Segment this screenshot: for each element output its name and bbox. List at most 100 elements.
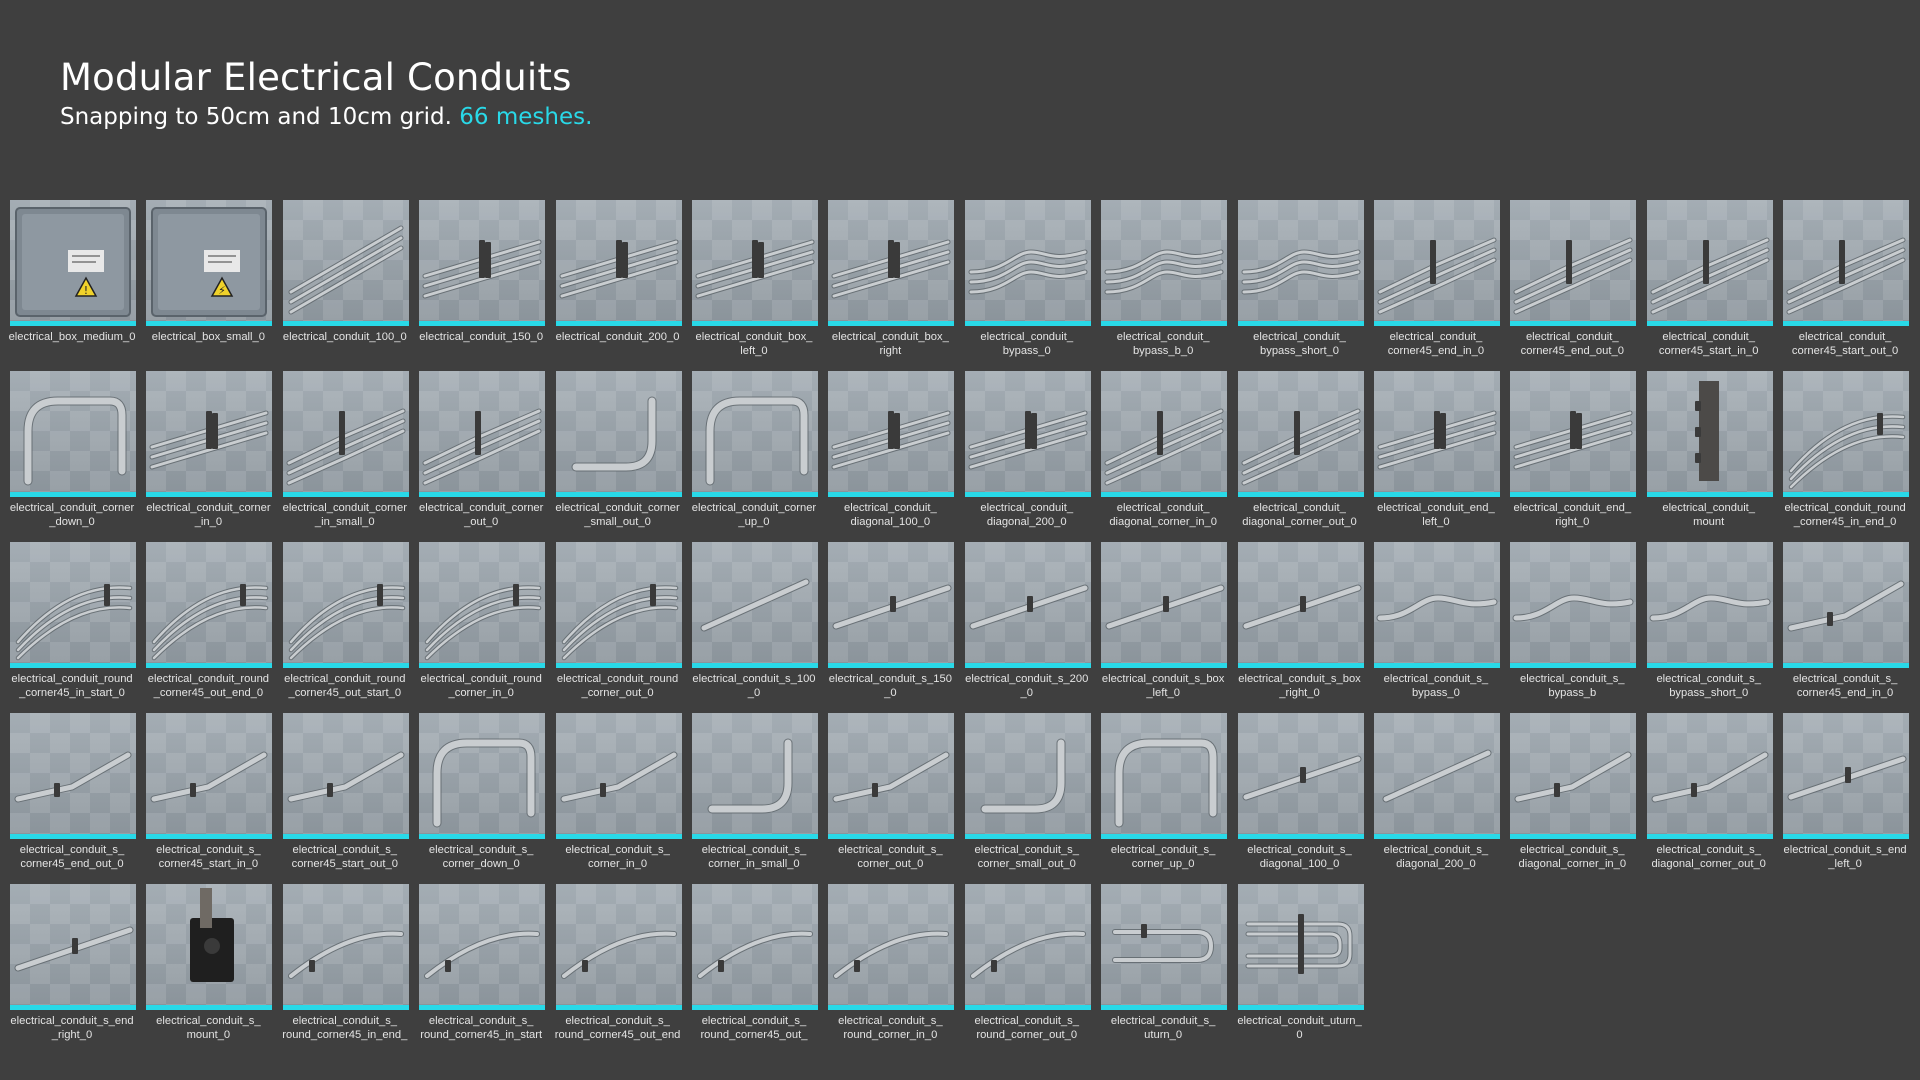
mesh-thumbnail[interactable] [1237, 200, 1364, 326]
mesh-tile[interactable]: electrical_conduit_round _corner45_in_st… [0, 542, 136, 713]
mesh-tile[interactable]: electrical_conduit_s_end _left_0 [1773, 713, 1910, 884]
mesh-tile[interactable]: electrical_conduit_ diagonal_200_0 [955, 371, 1091, 542]
mesh-tile[interactable]: electrical_conduit_end_ left_0 [1364, 371, 1500, 542]
mesh-tile[interactable]: electrical_conduit_end_ right_0 [1500, 371, 1637, 542]
mesh-tile[interactable]: electrical_conduit_200_0 [546, 200, 682, 371]
mesh-thumbnail[interactable] [964, 713, 1091, 839]
mesh-thumbnail[interactable] [1510, 542, 1637, 668]
mesh-thumbnail[interactable] [828, 884, 955, 1010]
mesh-thumbnail[interactable] [555, 713, 682, 839]
mesh-thumbnail[interactable] [1783, 542, 1910, 668]
mesh-tile[interactable]: electrical_conduit_corner _up_0 [682, 371, 818, 542]
mesh-tile[interactable]: electrical_conduit_corner _down_0 [0, 371, 136, 542]
mesh-thumbnail[interactable] [555, 884, 682, 1010]
mesh-thumbnail[interactable] [1783, 200, 1910, 326]
mesh-tile[interactable]: electrical_conduit_s_ round_corner45_out… [546, 884, 682, 1055]
mesh-tile[interactable]: electrical_conduit_ corner45_end_out_0 [1500, 200, 1637, 371]
mesh-thumbnail[interactable] [146, 371, 273, 497]
mesh-tile[interactable]: electrical_conduit_s_200 _0 [955, 542, 1091, 713]
mesh-thumbnail[interactable] [1101, 371, 1228, 497]
mesh-thumbnail[interactable] [282, 884, 409, 1010]
mesh-tile[interactable]: electrical_conduit_s_ corner_down_0 [409, 713, 546, 884]
mesh-thumbnail[interactable] [555, 542, 682, 668]
mesh-thumbnail[interactable] [1101, 542, 1228, 668]
mesh-tile[interactable]: electrical_conduit_ bypass_0 [955, 200, 1091, 371]
mesh-tile[interactable]: electrical_conduit_150_0 [409, 200, 546, 371]
mesh-tile[interactable]: ! electrical_box_medium_0 [0, 200, 136, 371]
mesh-thumbnail[interactable] [10, 884, 136, 1010]
mesh-thumbnail[interactable] [1510, 371, 1637, 497]
mesh-tile[interactable]: electrical_conduit_s_ round_corner_in_0 [818, 884, 955, 1055]
mesh-tile[interactable]: electrical_conduit_100_0 [273, 200, 409, 371]
mesh-tile[interactable]: electrical_conduit_round _corner45_out_e… [136, 542, 273, 713]
mesh-tile[interactable]: electrical_conduit_ bypass_short_0 [1228, 200, 1364, 371]
mesh-tile[interactable]: electrical_conduit_s_ corner_in_small_0 [682, 713, 818, 884]
mesh-thumbnail[interactable] [964, 200, 1091, 326]
mesh-thumbnail[interactable] [1646, 542, 1773, 668]
mesh-thumbnail[interactable] [282, 200, 409, 326]
mesh-tile[interactable]: electrical_conduit_corner _in_0 [136, 371, 273, 542]
mesh-tile[interactable]: electrical_conduit_ mount [1637, 371, 1773, 542]
mesh-thumbnail[interactable] [1646, 371, 1773, 497]
mesh-thumbnail[interactable] [691, 200, 818, 326]
mesh-thumbnail[interactable] [1101, 713, 1228, 839]
mesh-thumbnail[interactable] [146, 884, 273, 1010]
mesh-thumbnail[interactable] [1101, 200, 1228, 326]
mesh-thumbnail[interactable] [1237, 371, 1364, 497]
mesh-tile[interactable]: electrical_conduit_s_ bypass_b [1500, 542, 1637, 713]
mesh-thumbnail[interactable] [1646, 713, 1773, 839]
mesh-tile[interactable]: electrical_conduit_s_ round_corner45_out… [682, 884, 818, 1055]
mesh-thumbnail[interactable] [1373, 713, 1500, 839]
mesh-tile[interactable]: electrical_conduit_s_100 _0 [682, 542, 818, 713]
mesh-tile[interactable]: electrical_conduit_s_ corner_in_0 [546, 713, 682, 884]
mesh-tile[interactable]: electrical_conduit_s_ diagonal_corner_ou… [1637, 713, 1773, 884]
mesh-thumbnail[interactable] [419, 542, 546, 668]
mesh-tile[interactable]: electrical_conduit_s_ corner45_start_in_… [136, 713, 273, 884]
mesh-tile[interactable]: electrical_conduit_ diagonal_corner_in_0 [1091, 371, 1228, 542]
mesh-thumbnail[interactable] [555, 371, 682, 497]
mesh-tile[interactable]: electrical_conduit_s_ diagonal_corner_in… [1500, 713, 1637, 884]
mesh-thumbnail[interactable]: ! [10, 200, 136, 326]
mesh-thumbnail[interactable] [1510, 200, 1637, 326]
mesh-thumbnail[interactable] [828, 200, 955, 326]
mesh-thumbnail[interactable] [1373, 542, 1500, 668]
mesh-tile[interactable]: electrical_conduit_corner _small_out_0 [546, 371, 682, 542]
mesh-tile[interactable]: electrical_conduit_ bypass_b_0 [1091, 200, 1228, 371]
mesh-tile[interactable]: electrical_conduit_s_box _right_0 [1228, 542, 1364, 713]
mesh-thumbnail[interactable] [1101, 884, 1228, 1010]
mesh-thumbnail[interactable] [1373, 371, 1500, 497]
mesh-tile[interactable]: electrical_conduit_s_ corner45_start_out… [273, 713, 409, 884]
mesh-thumbnail[interactable] [691, 713, 818, 839]
mesh-tile[interactable]: electrical_conduit_ corner45_end_in_0 [1364, 200, 1500, 371]
mesh-thumbnail[interactable] [964, 371, 1091, 497]
mesh-thumbnail[interactable] [1373, 200, 1500, 326]
mesh-tile[interactable]: electrical_conduit_s_ mount_0 [136, 884, 273, 1055]
mesh-tile[interactable]: electrical_conduit_ diagonal_100_0 [818, 371, 955, 542]
mesh-thumbnail[interactable] [964, 542, 1091, 668]
mesh-tile[interactable]: electrical_conduit_s_box _left_0 [1091, 542, 1228, 713]
mesh-thumbnail[interactable] [1783, 371, 1910, 497]
mesh-thumbnail[interactable] [1237, 713, 1364, 839]
mesh-tile[interactable]: electrical_conduit_s_ diagonal_200_0 [1364, 713, 1500, 884]
mesh-thumbnail[interactable] [1237, 884, 1364, 1010]
mesh-tile[interactable]: electrical_conduit_s_ round_corner_out_0 [955, 884, 1091, 1055]
mesh-thumbnail[interactable] [691, 884, 818, 1010]
mesh-tile[interactable]: electrical_conduit_box_ right [818, 200, 955, 371]
mesh-tile[interactable]: ⚡ electrical_box_small_0 [136, 200, 273, 371]
mesh-tile[interactable]: electrical_conduit_uturn_ 0 [1228, 884, 1364, 1055]
mesh-tile[interactable]: electrical_conduit_s_ bypass_0 [1364, 542, 1500, 713]
mesh-tile[interactable]: electrical_conduit_ corner45_start_out_0 [1773, 200, 1910, 371]
mesh-thumbnail[interactable] [146, 542, 273, 668]
mesh-thumbnail[interactable] [419, 713, 546, 839]
mesh-tile[interactable]: electrical_conduit_s_ diagonal_100_0 [1228, 713, 1364, 884]
mesh-thumbnail[interactable] [419, 200, 546, 326]
mesh-tile[interactable]: electrical_conduit_s_ corner45_end_out_0 [0, 713, 136, 884]
mesh-tile[interactable]: electrical_conduit_s_ bypass_short_0 [1637, 542, 1773, 713]
mesh-tile[interactable]: electrical_conduit_round _corner_out_0 [546, 542, 682, 713]
mesh-tile[interactable]: electrical_conduit_s_ uturn_0 [1091, 884, 1228, 1055]
mesh-thumbnail[interactable] [828, 542, 955, 668]
mesh-thumbnail[interactable] [691, 371, 818, 497]
mesh-tile[interactable]: electrical_conduit_s_end _right_0 [0, 884, 136, 1055]
mesh-thumbnail[interactable] [828, 371, 955, 497]
mesh-tile[interactable]: electrical_conduit_s_ round_corner45_in_… [273, 884, 409, 1055]
